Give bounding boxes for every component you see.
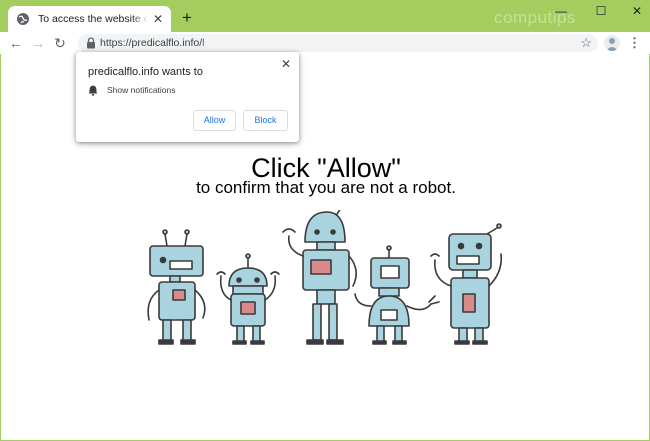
robot-4 xyxy=(354,245,440,345)
url-text[interactable]: https://predicalflo.info/l xyxy=(100,34,204,52)
tab-title: To access the website click the "Allow" xyxy=(38,13,148,25)
browser-window: To access the website click the "Allow" … xyxy=(0,0,650,441)
popup-close-icon[interactable]: ✕ xyxy=(281,57,291,71)
forward-button[interactable]: → xyxy=(30,35,46,51)
maximize-button[interactable]: ☐ xyxy=(592,4,610,18)
bell-icon xyxy=(88,85,98,96)
permission-description: Show notifications xyxy=(107,85,176,95)
tab-close-icon[interactable]: ✕ xyxy=(151,12,165,26)
star-icon[interactable]: ☆ xyxy=(580,34,592,52)
notification-permission-popup: predicalflo.info wants to ✕ Show notific… xyxy=(76,52,299,142)
minimize-button[interactable]: — xyxy=(552,4,570,18)
title-bar: To access the website click the "Allow" … xyxy=(0,0,650,32)
toolbar: ← → ↻ https://predicalflo.info/l ☆ ⋮ xyxy=(0,32,650,54)
address-bar[interactable]: https://predicalflo.info/l ☆ xyxy=(78,34,598,52)
avatar-icon[interactable] xyxy=(604,35,620,51)
robot-5 xyxy=(430,223,503,345)
new-tab-button[interactable]: + xyxy=(178,9,196,27)
text-cursor: l xyxy=(202,37,205,49)
tab-active[interactable]: To access the website click the "Allow" … xyxy=(8,6,171,32)
robot-3 xyxy=(282,210,357,345)
robots-illustration xyxy=(147,210,503,345)
robot-2 xyxy=(216,253,280,345)
page-subline: to confirm that you are not a robot. xyxy=(196,178,456,197)
back-button[interactable]: ← xyxy=(8,35,24,51)
lock-icon[interactable] xyxy=(86,37,96,49)
menu-button[interactable]: ⋮ xyxy=(628,35,641,51)
reload-button[interactable]: ↻ xyxy=(52,35,68,51)
globe-icon xyxy=(17,13,29,25)
robot-1 xyxy=(147,229,206,345)
allow-button[interactable]: Allow xyxy=(193,110,236,131)
close-window-button[interactable]: ✕ xyxy=(628,4,646,18)
popup-title: predicalflo.info wants to xyxy=(88,66,203,78)
block-button[interactable]: Block xyxy=(243,110,288,131)
